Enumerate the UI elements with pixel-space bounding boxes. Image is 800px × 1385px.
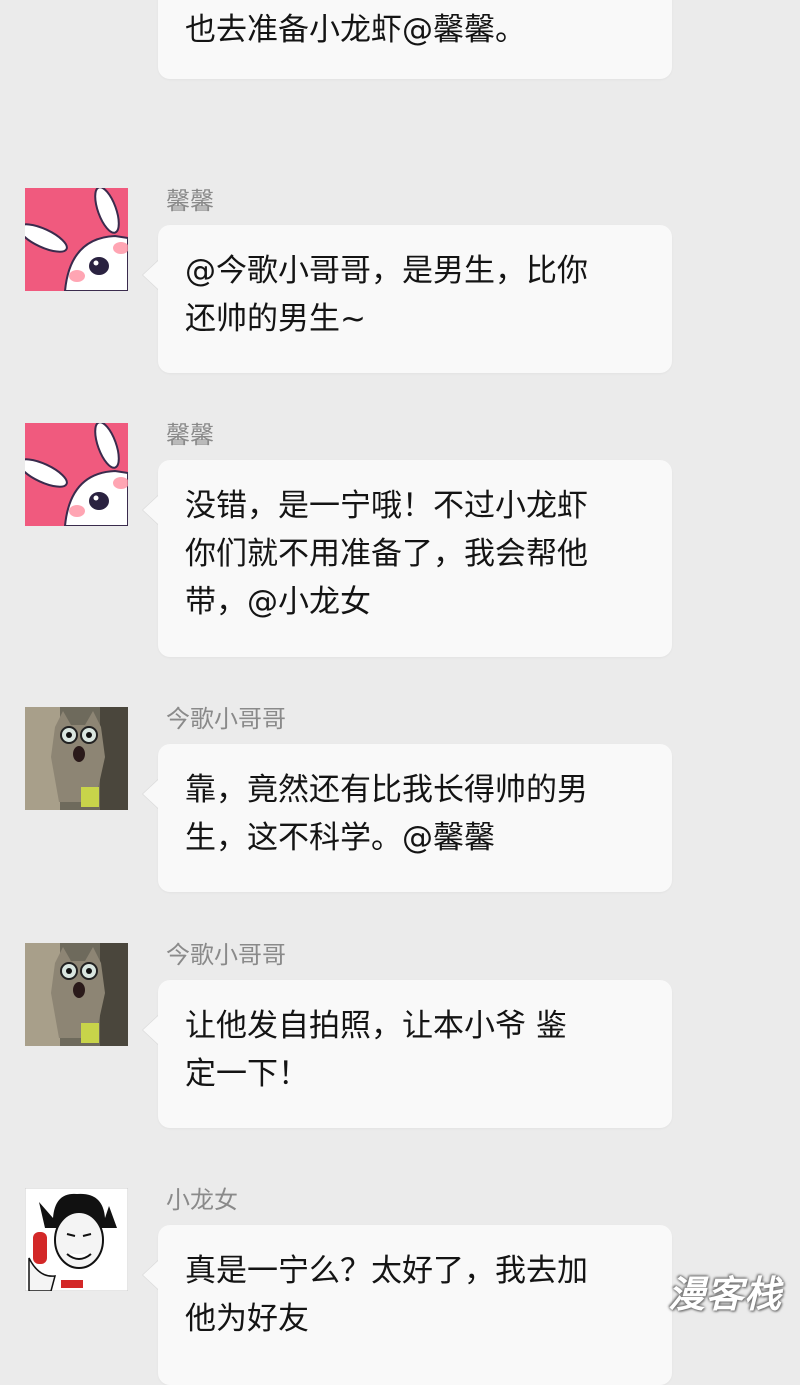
- message-text: 没错，是一宁哦！不过小龙虾 你们就不用准备了，我会帮他 带，@小龙女: [185, 488, 588, 620]
- avatar[interactable]: [25, 943, 128, 1046]
- message-text: 让他发自拍照，让本小爷 鉴 定一下！: [185, 1008, 567, 1092]
- bubble-tail: [142, 779, 158, 809]
- message-text: 真是一宁么？太好了，我去加 他为好友: [185, 1253, 588, 1337]
- message-bubble[interactable]: @今歌小哥哥，是男生，比你 还帅的男生~: [142, 225, 672, 373]
- message-bubble[interactable]: 没错，是一宁哦！不过小龙虾 你们就不用准备了，我会帮他 带，@小龙女: [142, 460, 672, 657]
- message-bubble[interactable]: 也去准备小龙虾@馨馨。: [158, 0, 672, 79]
- message-bubble[interactable]: 让他发自拍照，让本小爷 鉴 定一下！: [142, 980, 672, 1128]
- sender-name: 小龙女: [166, 1186, 238, 1214]
- sender-name: 馨馨: [166, 187, 214, 215]
- message-text: 也去准备小龙虾@馨馨。: [185, 12, 526, 48]
- avatar[interactable]: [25, 707, 128, 810]
- bunny-avatar-icon: [25, 423, 128, 526]
- avatar[interactable]: [25, 188, 128, 291]
- message-bubble[interactable]: 真是一宁么？太好了，我去加 他为好友: [142, 1225, 672, 1385]
- message-bubble[interactable]: 靠，竟然还有比我长得帅的男 生，这不科学。@馨馨: [142, 744, 672, 892]
- bubble-tail: [142, 1260, 158, 1290]
- message-text: 靠，竟然还有比我长得帅的男 生，这不科学。@馨馨: [185, 772, 588, 856]
- bubble-tail: [142, 1015, 158, 1045]
- watermark-logo: 漫客栈: [668, 1273, 782, 1316]
- sender-name: 馨馨: [166, 421, 214, 449]
- meme-face-avatar-icon: [25, 1188, 128, 1291]
- bubble-tail: [142, 495, 158, 525]
- bunny-avatar-icon: [25, 188, 128, 291]
- cat-avatar-icon: [25, 707, 128, 810]
- avatar[interactable]: [25, 423, 128, 526]
- bubble-tail: [142, 260, 158, 290]
- avatar[interactable]: [25, 1188, 128, 1291]
- sender-name: 今歌小哥哥: [166, 941, 286, 969]
- cat-avatar-icon: [25, 943, 128, 1046]
- message-text: @今歌小哥哥，是男生，比你 还帅的男生~: [185, 253, 588, 337]
- sender-name: 今歌小哥哥: [166, 705, 286, 733]
